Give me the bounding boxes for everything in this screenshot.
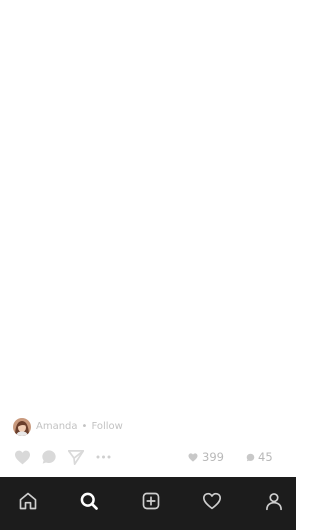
- comments-count: 45: [258, 450, 273, 464]
- avatar[interactable]: [13, 418, 31, 436]
- home-icon: [19, 492, 37, 510]
- comments-stat: 45: [246, 449, 273, 465]
- post-actions: 399 45: [13, 448, 283, 466]
- post-author-row: Amanda • Follow: [13, 418, 123, 436]
- like-button[interactable]: [13, 448, 31, 466]
- profile-icon: [266, 493, 282, 511]
- tab-home[interactable]: [16, 489, 40, 513]
- heart-icon: [188, 452, 198, 462]
- tab-profile[interactable]: [262, 489, 286, 513]
- comment-button[interactable]: [40, 448, 58, 466]
- search-icon: [80, 492, 98, 510]
- author-name[interactable]: Amanda: [36, 418, 78, 436]
- send-icon: [68, 449, 84, 465]
- heart-icon: [203, 492, 221, 510]
- more-options-button[interactable]: [94, 448, 112, 466]
- post-media[interactable]: [0, 0, 296, 410]
- follow-button[interactable]: Follow: [91, 418, 122, 436]
- tab-activity[interactable]: [200, 489, 224, 513]
- likes-count: 399: [202, 450, 224, 464]
- separator-dot: •: [81, 421, 88, 432]
- comment-icon: [246, 453, 255, 461]
- add-post-icon: [142, 492, 160, 510]
- tab-search[interactable]: [77, 489, 101, 513]
- tab-create[interactable]: [139, 489, 163, 513]
- comment-icon: [42, 450, 56, 464]
- likes-stat: 399: [188, 449, 224, 465]
- heart-icon: [14, 450, 30, 464]
- bottom-tab-bar: [0, 477, 296, 530]
- more-dots-icon: [96, 455, 110, 459]
- share-button[interactable]: [67, 448, 85, 466]
